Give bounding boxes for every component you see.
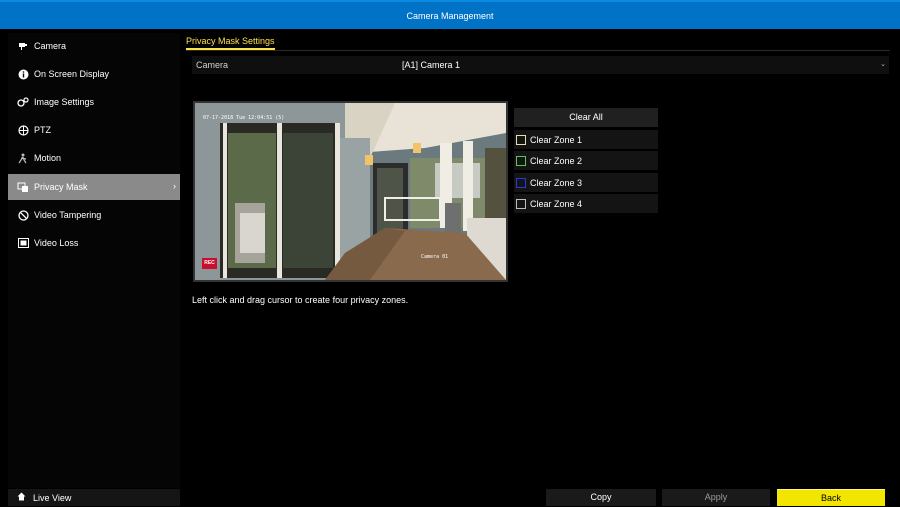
privacy-mask-icon [17, 181, 29, 193]
video-loss-icon [17, 237, 29, 249]
sidebar-item-ptz[interactable]: PTZ [8, 117, 180, 143]
sidebar-item-label: PTZ [34, 125, 51, 135]
sidebar-item-image-settings[interactable]: Image Settings [8, 89, 180, 115]
tab-divider [186, 50, 890, 51]
image-settings-icon [17, 96, 29, 108]
live-view-button[interactable]: Live View [8, 489, 180, 506]
sidebar-item-video-loss[interactable]: Video Loss [8, 230, 180, 256]
clear-zone-4-button[interactable]: Clear Zone 4 [514, 194, 658, 213]
zone-4-color-box [516, 198, 526, 209]
info-icon [17, 68, 29, 80]
back-button[interactable]: Back [777, 489, 885, 506]
camera-icon [17, 40, 29, 52]
camera-row: Camera [A1] Camera 1 ⌄ [192, 56, 889, 74]
ptz-icon [17, 124, 29, 136]
zone-label: Clear Zone 3 [530, 177, 583, 188]
sidebar-item-label: Motion [34, 153, 62, 163]
live-view-label: Live View [33, 492, 72, 503]
sidebar-item-label: Camera [34, 41, 67, 51]
osd-timestamp: 07-17-2018 Tue 12:04:51 (5) [203, 115, 285, 121]
sidebar-item-on-screen-display[interactable]: On Screen Display [8, 61, 180, 87]
zone-label: Clear Zone 1 [530, 134, 583, 145]
zone-3-color-box [516, 177, 526, 188]
apply-button[interactable]: Apply [662, 489, 770, 506]
camera-select[interactable]: [A1] Camera 1 ⌄ [402, 56, 889, 74]
instruction-text: Left click and drag cursor to create fou… [192, 295, 409, 305]
zone-label: Clear Zone 4 [530, 198, 583, 209]
window-title-bar: Camera Management [0, 0, 900, 29]
sidebar-item-video-tampering[interactable]: Video Tampering [8, 202, 180, 228]
chevron-down-icon: ⌄ [880, 61, 886, 68]
sidebar-item-label: Privacy Mask [34, 182, 88, 192]
sidebar-item-motion[interactable]: Motion [8, 145, 180, 171]
sidebar-item-label: Video Tampering [34, 210, 102, 220]
window-title: Camera Management [406, 11, 494, 21]
video-preview[interactable]: 07-17-2018 Tue 12:04:51 (5) Camera 01 RE… [193, 101, 508, 282]
zone-1-color-box [516, 134, 526, 145]
rec-badge: REC [202, 258, 217, 269]
copy-button[interactable]: Copy [546, 489, 656, 506]
tampering-icon [17, 209, 29, 221]
clear-zone-2-button[interactable]: Clear Zone 2 [514, 151, 658, 170]
zone-label: Clear Zone 2 [530, 155, 583, 166]
clear-all-button[interactable]: Clear All [514, 108, 658, 127]
tab-privacy-mask-settings[interactable]: Privacy Mask Settings [186, 36, 275, 50]
zone-2-color-box [516, 155, 526, 166]
osd-camera-name: Camera 01 [421, 254, 449, 260]
sidebar-item-label: Image Settings [34, 97, 95, 107]
sidebar-item-privacy-mask[interactable]: Privacy Mask › [8, 174, 180, 200]
home-icon [17, 492, 26, 503]
camera-select-value: [A1] Camera 1 [402, 60, 461, 70]
porch-camera-image [195, 103, 506, 280]
sidebar: Camera On Screen Display Image Settings … [8, 33, 180, 488]
motion-icon [17, 152, 29, 164]
clear-zone-3-button[interactable]: Clear Zone 3 [514, 173, 658, 192]
sidebar-item-label: On Screen Display [34, 69, 110, 79]
chevron-right-icon: › [173, 181, 176, 191]
clear-zone-1-button[interactable]: Clear Zone 1 [514, 130, 658, 149]
sidebar-item-camera[interactable]: Camera [8, 33, 180, 59]
sidebar-item-label: Video Loss [34, 238, 79, 248]
camera-label: Camera [196, 60, 229, 70]
